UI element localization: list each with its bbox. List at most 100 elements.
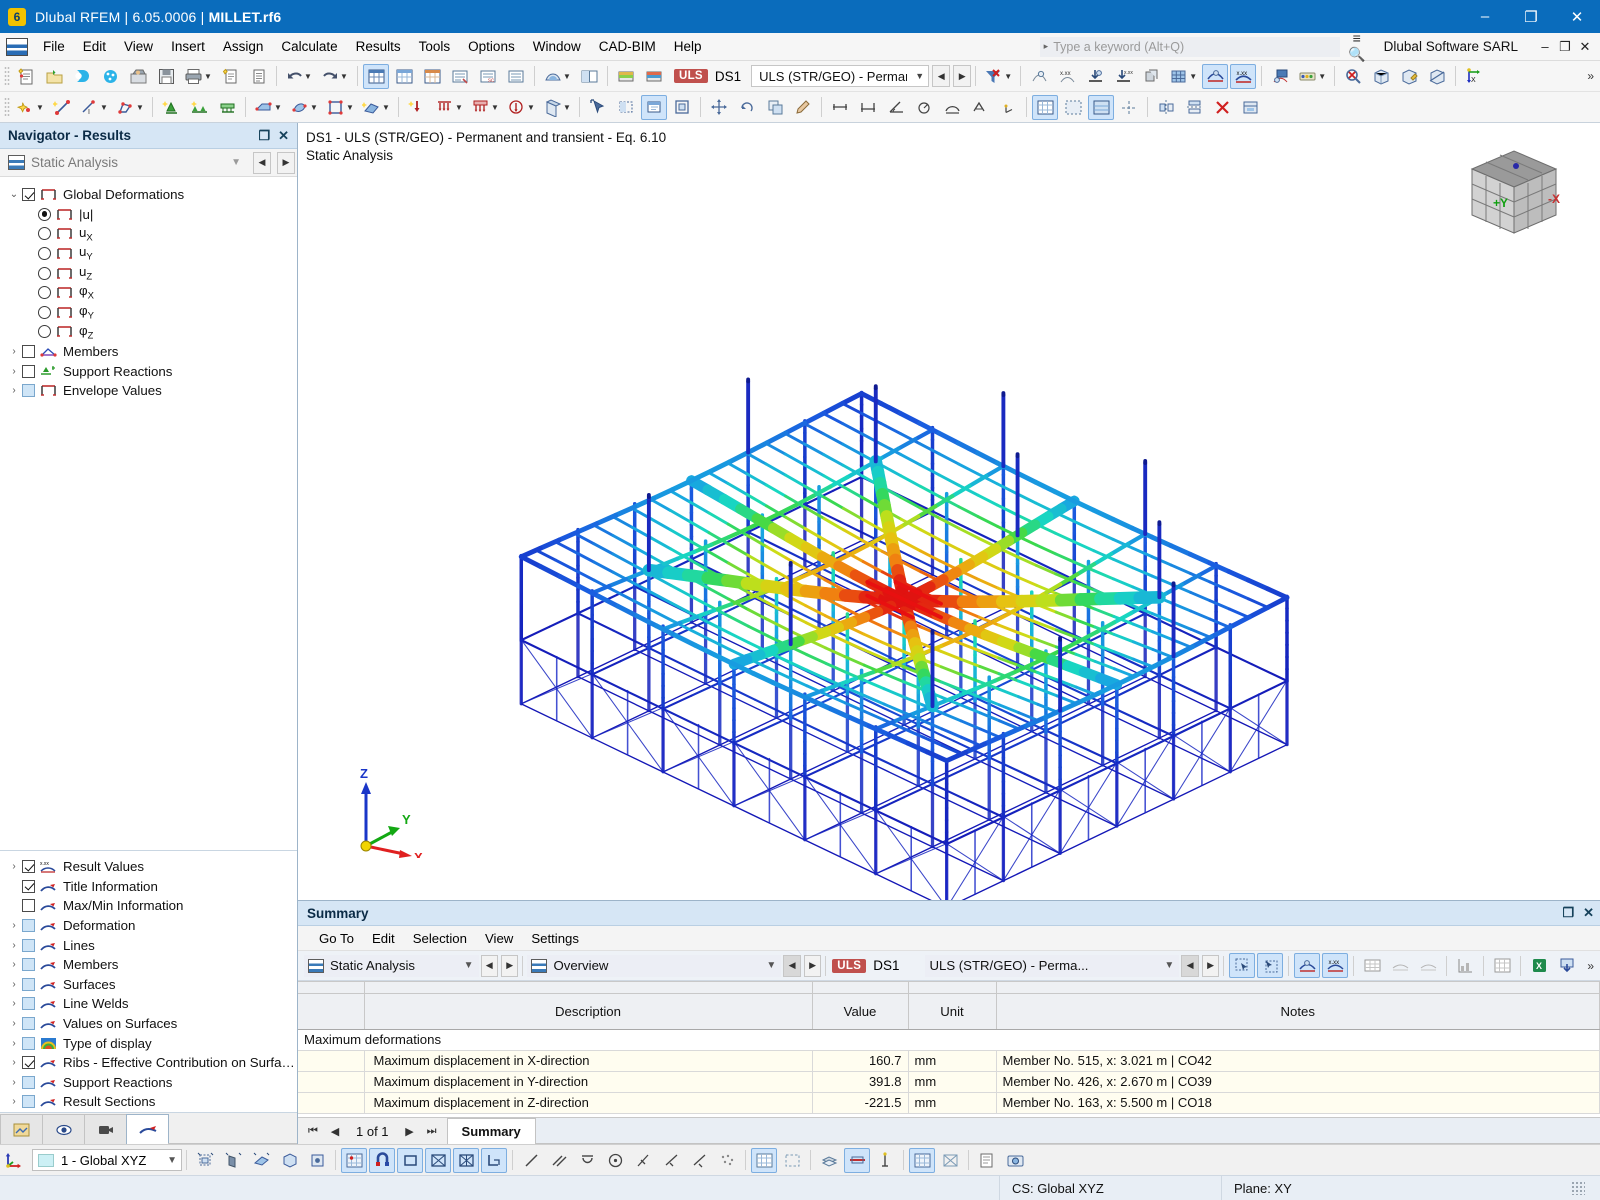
result-diagram-button[interactable]: [1026, 64, 1052, 89]
expand-toggle-icon[interactable]: ›: [6, 366, 22, 377]
result-table-export-button[interactable]: [1267, 64, 1293, 89]
perpendicular-snap-button[interactable]: [630, 1148, 656, 1173]
navigator-item-radio[interactable]: [38, 247, 51, 261]
result-filter-button[interactable]: ▼: [981, 64, 1015, 89]
menu-window[interactable]: Window: [524, 35, 590, 58]
summary-export-report-button[interactable]: [1554, 953, 1580, 978]
zoom-reset-button[interactable]: [1340, 64, 1366, 89]
text-annotation-button[interactable]: [967, 95, 993, 120]
open-model-button[interactable]: [41, 64, 67, 89]
mdi-minimize-button[interactable]: –: [1536, 39, 1554, 55]
menu-options[interactable]: Options: [459, 35, 524, 58]
expand-toggle-icon[interactable]: ›: [6, 1096, 22, 1107]
result-values-diagram-button[interactable]: x.xx: [1054, 64, 1080, 89]
summary-menu-view[interactable]: View: [476, 928, 522, 949]
mdi-restore-button[interactable]: ❐: [1556, 39, 1574, 55]
midpoint-snap-button[interactable]: [658, 1148, 684, 1173]
polar-grid-toggle[interactable]: [453, 1147, 479, 1173]
navigator-item-checkbox[interactable]: [22, 977, 35, 991]
cad-tools-button[interactable]: [790, 95, 816, 120]
line-dim-h-button[interactable]: [827, 95, 853, 120]
table-header-index[interactable]: [298, 993, 365, 1030]
tangent-snap-button[interactable]: [574, 1148, 600, 1173]
navigator-item-checkbox[interactable]: [22, 860, 35, 874]
summary-menu-edit[interactable]: Edit: [363, 928, 404, 949]
new-free-load-button[interactable]: ▼: [504, 95, 538, 120]
navigator-analysis-combo[interactable]: Static Analysis ▼ ◀ ▶: [0, 149, 297, 177]
measure-button[interactable]: [872, 1148, 898, 1173]
summary-grid-button[interactable]: [1489, 953, 1515, 978]
new-line-support-button[interactable]: [186, 95, 212, 120]
new-model-button[interactable]: [13, 64, 39, 89]
layers-button[interactable]: [816, 1148, 842, 1173]
summary-sheet-tab[interactable]: Summary: [446, 1118, 536, 1144]
navigator-item-radio[interactable]: [38, 325, 51, 339]
show-members-results-button[interactable]: [641, 64, 667, 89]
line-dim-v-button[interactable]: [855, 95, 881, 120]
result-min-button[interactable]: [1082, 64, 1108, 89]
summary-bar-chart-button[interactable]: [1452, 953, 1478, 978]
navigator-tab-results[interactable]: [126, 1114, 169, 1144]
navigator-item-radio[interactable]: [38, 227, 51, 241]
navigator-item-checkbox[interactable]: [22, 1095, 35, 1109]
navigator-item-radio[interactable]: [38, 207, 51, 221]
table-selection-button[interactable]: sc: [475, 64, 501, 89]
summary-menu-settings[interactable]: Settings: [522, 928, 588, 949]
table-row[interactable]: Maximum displacement in Z-direction -221.…: [298, 1092, 1600, 1114]
display-grid-button[interactable]: [1032, 94, 1058, 120]
navigator-display-item[interactable]: › Values on Surfaces: [0, 1014, 297, 1034]
show-surfaces-results-button[interactable]: [613, 64, 639, 89]
pager-prev-button[interactable]: ◀: [324, 1125, 346, 1138]
expand-toggle-icon[interactable]: ›: [6, 979, 22, 990]
section-view-button[interactable]: [1424, 64, 1450, 89]
table-filter-button[interactable]: [447, 64, 473, 89]
display-snap-button[interactable]: [1060, 95, 1086, 120]
arc-dim-button[interactable]: [939, 95, 965, 120]
navigator-display-item[interactable]: › Support Reactions: [0, 1073, 297, 1093]
navigator-item-checkbox[interactable]: [22, 997, 35, 1011]
toolbar-grip[interactable]: [4, 66, 10, 86]
render-wireframe-button[interactable]: [937, 1148, 963, 1173]
menu-help[interactable]: Help: [665, 35, 711, 58]
table-settings-button[interactable]: [503, 64, 529, 89]
navigator-display-item[interactable]: Title Information: [0, 877, 297, 897]
open-cloud-button[interactable]: [69, 64, 95, 89]
visibility-button[interactable]: [576, 64, 602, 89]
new-line-button[interactable]: [49, 95, 75, 120]
summary-load-case-combo[interactable]: ULS (STR/GEO) - Perma... ▼: [925, 954, 1180, 977]
summary-analysis-next[interactable]: ▶: [500, 954, 519, 977]
snap-to-node-button[interactable]: [192, 1148, 218, 1173]
radius-dim-button[interactable]: [911, 95, 937, 120]
summary-load-case-next[interactable]: ▶: [1201, 954, 1220, 977]
expand-toggle-icon[interactable]: ›: [6, 346, 22, 357]
ortho-mode-toggle[interactable]: [397, 1147, 423, 1173]
navigator-float-button[interactable]: ❐: [258, 128, 270, 144]
new-imperfection-button[interactable]: ▼: [540, 95, 574, 120]
navigator-display-item[interactable]: › Surfaces: [0, 975, 297, 995]
menu-file[interactable]: File: [34, 35, 74, 58]
print-preview-button[interactable]: [974, 1148, 1000, 1173]
snap-to-solid-button[interactable]: [276, 1148, 302, 1173]
summary-analysis-combo[interactable]: Static Analysis ▼: [304, 954, 479, 977]
center-snap-button[interactable]: [602, 1148, 628, 1173]
show-grid-toggle[interactable]: [751, 1147, 777, 1173]
cartesian-grid-toggle[interactable]: [425, 1147, 451, 1173]
result-max-button[interactable]: x.xx: [1110, 64, 1136, 89]
summary-select-from-model-button[interactable]: [1257, 953, 1284, 978]
object-snap-toggle[interactable]: [369, 1147, 395, 1173]
work-plane-toggle[interactable]: [481, 1147, 507, 1173]
grid-snap-toggle[interactable]: [341, 1147, 367, 1173]
printout-report-button[interactable]: [245, 64, 271, 89]
model-import-button[interactable]: [125, 64, 151, 89]
navigator-display-item[interactable]: › Members: [0, 955, 297, 975]
isometric-view-button[interactable]: [1368, 64, 1394, 89]
summary-table-view-button[interactable]: [1359, 953, 1385, 978]
navigator-tree-item[interactable]: › Support Reactions: [0, 361, 297, 381]
summary-results-table[interactable]: Description Value Unit Notes Maximum def…: [298, 981, 1600, 1117]
menu-cad-bim[interactable]: CAD-BIM: [590, 35, 665, 58]
new-surface-button[interactable]: ▼: [251, 95, 285, 120]
select-by-window-button[interactable]: [613, 95, 639, 120]
navigator-tree-item[interactable]: φY: [0, 303, 297, 323]
copy-objects-button[interactable]: [762, 95, 788, 120]
undo-button[interactable]: ▼: [282, 64, 316, 89]
